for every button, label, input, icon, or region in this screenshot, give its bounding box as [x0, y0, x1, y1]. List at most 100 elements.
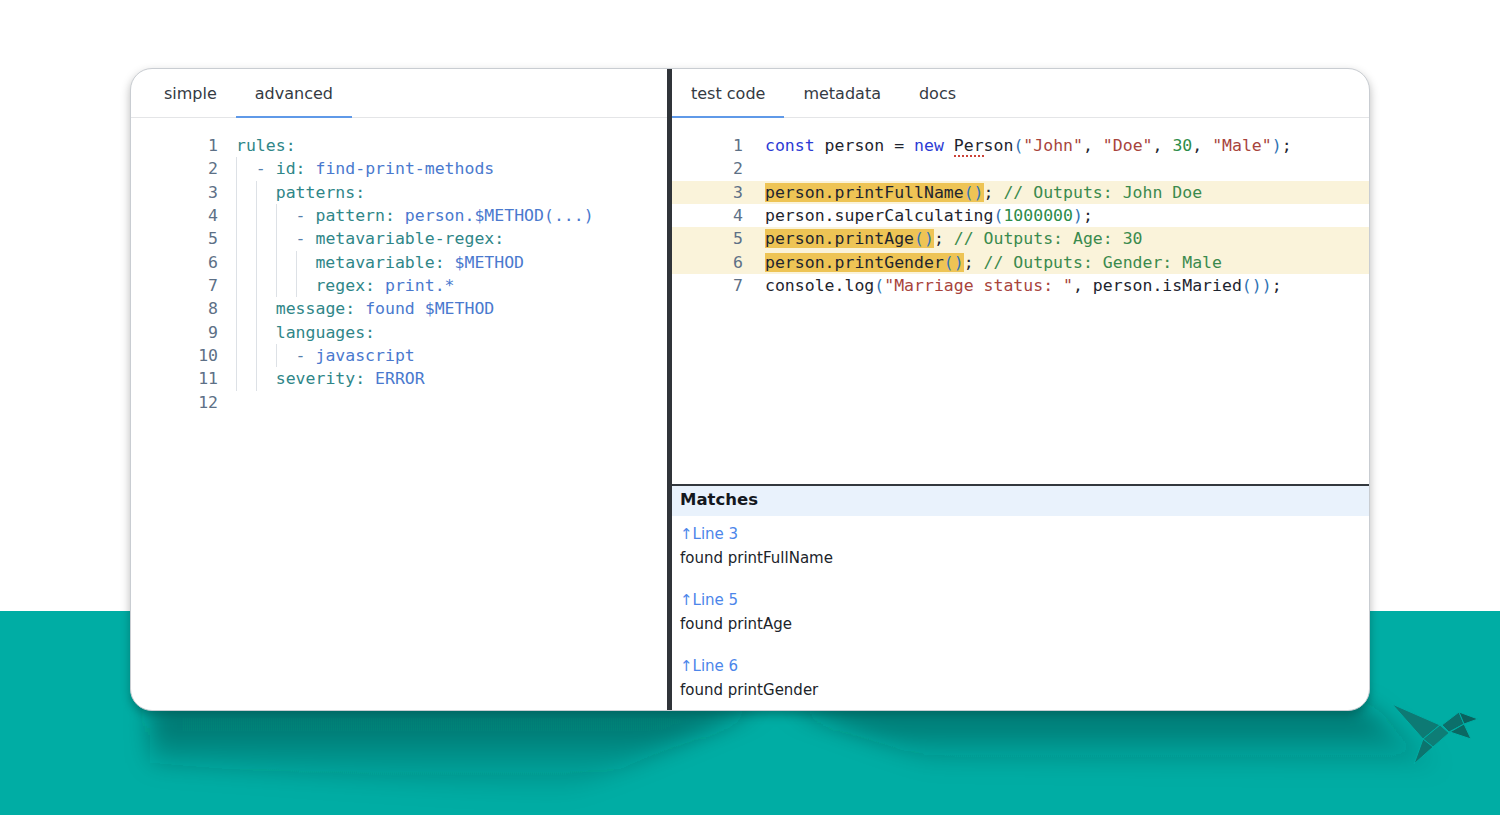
- match-message: found printGender: [680, 678, 1369, 702]
- code-tabs: test codemetadatadocs: [672, 69, 1369, 118]
- code-line: 2: [672, 157, 1369, 180]
- token: // Outputs: Age: 30: [954, 229, 1143, 248]
- code-text: patterns:: [218, 181, 365, 204]
- indent-guide: [236, 227, 256, 250]
- token: console.log: [765, 276, 874, 295]
- tab-metadata[interactable]: metadata: [784, 69, 900, 117]
- line-number: 1: [672, 134, 743, 157]
- token: -: [296, 229, 316, 248]
- token: "John": [1023, 136, 1083, 155]
- token: ()): [1242, 276, 1272, 295]
- line-number: 12: [131, 391, 218, 414]
- token: son: [984, 136, 1014, 155]
- match-highlight: person.printAge: [765, 229, 914, 248]
- token: find-print-methods: [306, 159, 495, 178]
- token: ,: [1083, 136, 1103, 155]
- token: [944, 136, 954, 155]
- code-text: console.log("Marriage status: ", person.…: [743, 274, 1282, 297]
- token: ,: [1192, 136, 1212, 155]
- token: id:: [276, 159, 306, 178]
- code-text: person.printFullName(); // Outputs: John…: [743, 181, 1202, 204]
- rule-line: 2- id: find-print-methods: [131, 157, 667, 180]
- token: "Male": [1212, 136, 1272, 155]
- indent-guide: [276, 227, 296, 250]
- code-line: 4person.superCalculating(1000000);: [672, 204, 1369, 227]
- rule-line: 7 regex: print.*: [131, 274, 667, 297]
- code-panel: test codemetadatadocs 1const person = ne…: [672, 69, 1369, 710]
- match-message: found printAge: [680, 612, 1369, 636]
- line-number: 2: [131, 157, 218, 180]
- tab-docs[interactable]: docs: [900, 69, 975, 117]
- token: found $METHOD: [355, 299, 494, 318]
- code-text: const person = new Person("John", "Doe",…: [743, 134, 1292, 157]
- rule-line: 5- metavariable-regex:: [131, 227, 667, 250]
- code-text: languages:: [218, 321, 375, 344]
- code-text: person.printGender(); // Outputs: Gender…: [743, 251, 1222, 274]
- indent-guide: [236, 297, 256, 320]
- tab-advanced[interactable]: advanced: [236, 69, 352, 117]
- rule-line: 10- javascript: [131, 344, 667, 367]
- origami-bird-logo: [1385, 695, 1490, 780]
- indent-guide: [276, 204, 296, 227]
- code-editor[interactable]: 1const person = new Person("John", "Doe"…: [672, 118, 1369, 484]
- token: person.$METHOD(...): [395, 206, 594, 225]
- rule-line: 8message: found $METHOD: [131, 297, 667, 320]
- token: -: [256, 159, 276, 178]
- code-text: person.superCalculating(1000000);: [743, 204, 1093, 227]
- token: , person.isMaried: [1073, 276, 1242, 295]
- rule-editor[interactable]: 1rules:2- id: find-print-methods3pattern…: [131, 118, 667, 414]
- matches-panel: Matches ↑Line 3found printFullName↑Line …: [672, 484, 1369, 711]
- indent-guide: [236, 321, 256, 344]
- code-line: 1const person = new Person("John", "Doe"…: [672, 134, 1369, 157]
- code-line: 6person.printGender(); // Outputs: Gende…: [672, 251, 1369, 274]
- code-text: [218, 391, 236, 414]
- token: ;: [964, 253, 984, 272]
- line-number: 5: [131, 227, 218, 250]
- line-number: 11: [131, 367, 218, 390]
- match-line-link[interactable]: ↑Line 5: [680, 588, 1369, 612]
- token: rules:: [236, 136, 296, 155]
- token: severity:: [276, 369, 365, 388]
- line-number: 6: [131, 251, 218, 274]
- indent-guide: [276, 344, 296, 367]
- token: ;: [1083, 206, 1093, 225]
- indent-guide: [256, 251, 276, 274]
- rule-line: 3patterns:: [131, 181, 667, 204]
- token: =: [894, 136, 904, 155]
- match-line-link[interactable]: ↑Line 3: [680, 522, 1369, 546]
- token: -: [296, 206, 316, 225]
- token: 30: [1172, 136, 1192, 155]
- token: -: [296, 346, 316, 365]
- indent-guide: [236, 204, 256, 227]
- indent-guide: [236, 367, 256, 390]
- code-text: - pattern: person.$METHOD(...): [218, 204, 594, 227]
- code-text: person.printAge(); // Outputs: Age: 30: [743, 227, 1143, 250]
- token: const: [765, 136, 815, 155]
- indent-guide: [256, 227, 276, 250]
- token: $METHOD: [445, 253, 524, 272]
- code-text: [743, 157, 765, 180]
- line-number: 10: [131, 344, 218, 367]
- token: print.*: [375, 276, 454, 295]
- tab-simple[interactable]: simple: [145, 69, 236, 117]
- line-number: 2: [672, 157, 743, 180]
- indent-guide: [236, 251, 256, 274]
- match-message: found printFullName: [680, 546, 1369, 570]
- line-number: 9: [131, 321, 218, 344]
- indent-guide: [296, 251, 316, 274]
- rule-line: 12: [131, 391, 667, 414]
- token: ,: [1153, 136, 1173, 155]
- tab-test-code[interactable]: test code: [672, 69, 784, 117]
- token: regex:: [315, 276, 375, 295]
- line-number: 6: [672, 251, 743, 274]
- line-number: 7: [131, 274, 218, 297]
- line-number: 1: [131, 134, 218, 157]
- match-line-link[interactable]: ↑Line 6: [680, 654, 1369, 678]
- rule-line: 4- pattern: person.$METHOD(...): [131, 204, 667, 227]
- match-highlight: person.printFullName: [765, 183, 964, 202]
- token: ): [1272, 136, 1282, 155]
- code-text: severity: ERROR: [218, 367, 425, 390]
- code-text: - id: find-print-methods: [218, 157, 494, 180]
- token: ERROR: [365, 369, 425, 388]
- token: patterns:: [276, 183, 365, 202]
